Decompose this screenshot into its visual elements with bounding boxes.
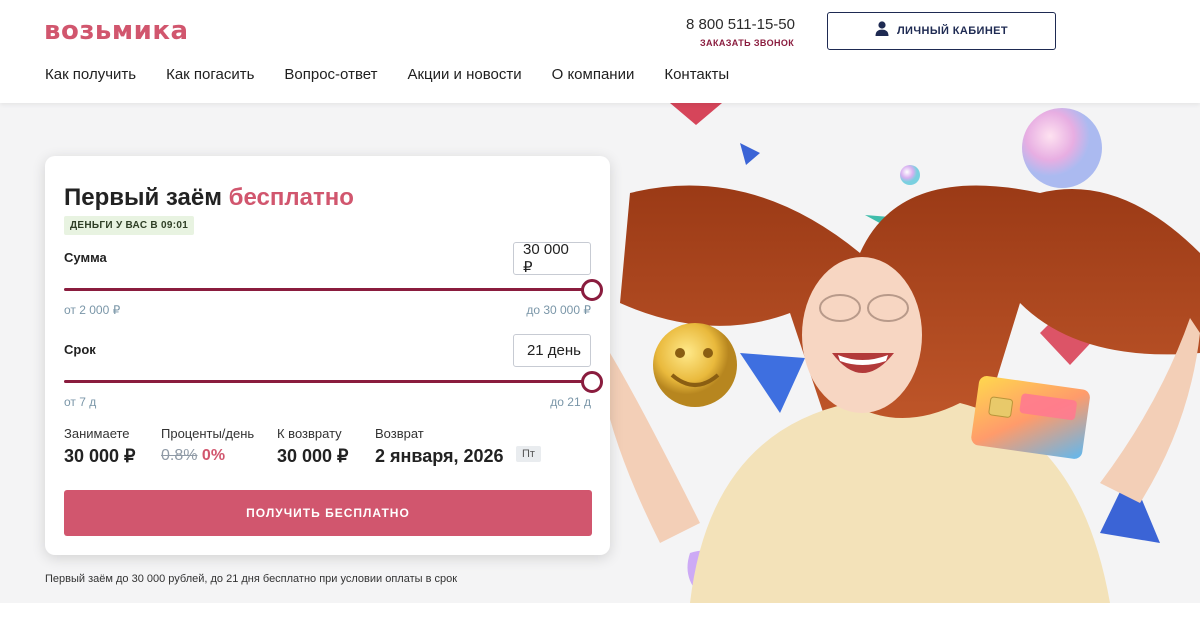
- rate-new: 0%: [201, 447, 226, 464]
- get-free-loan-button[interactable]: ПОЛУЧИТЬ БЕСПЛАТНО: [64, 490, 592, 536]
- nav-promotions-news[interactable]: Акции и новости: [407, 66, 521, 83]
- main-nav: Как получить Как погасить Вопрос-ответ А…: [45, 66, 729, 83]
- phone-number[interactable]: 8 800 511-15-50: [686, 16, 795, 33]
- term-label: Срок: [64, 342, 96, 357]
- nav-how-to-repay[interactable]: Как погасить: [166, 66, 254, 83]
- term-max-label: до 21 д: [550, 395, 591, 409]
- personal-cabinet-label: ЛИЧНЫЙ КАБИНЕТ: [896, 25, 1009, 37]
- repay-value: 30 000 ₽: [277, 446, 349, 466]
- return-date: 2 января, 2026: [375, 446, 504, 466]
- hero-illustration: [600, 103, 1200, 603]
- term-slider-track[interactable]: [64, 380, 592, 383]
- nav-how-to-get[interactable]: Как получить: [45, 66, 136, 83]
- amount-slider-thumb[interactable]: [581, 279, 603, 301]
- site-header: возьмика 8 800 511-15-50 ЗАКАЗАТЬ ЗВОНОК…: [0, 0, 1200, 103]
- money-time-badge: ДЕНЬГИ У ВАС В 09:01: [64, 216, 195, 235]
- rate-old: 0.8%: [161, 447, 198, 464]
- repay-label: К возврату: [277, 426, 342, 441]
- term-input[interactable]: 21 день: [513, 334, 591, 367]
- user-icon: [875, 21, 889, 41]
- calculator-title: Первый заём бесплатно: [64, 184, 354, 211]
- return-label: Возврат: [375, 426, 424, 441]
- amount-label: Сумма: [64, 250, 107, 265]
- amount-min-label: от 2 000 ₽: [64, 303, 121, 317]
- footnote: Первый заём до 30 000 рублей, до 21 дня …: [45, 573, 458, 585]
- borrow-value: 30 000 ₽: [64, 446, 136, 466]
- nav-faq[interactable]: Вопрос-ответ: [284, 66, 377, 83]
- rate-label: Проценты/день: [161, 426, 255, 441]
- amount-slider-track[interactable]: [64, 288, 592, 291]
- return-weekday-badge: Пт: [516, 446, 541, 462]
- title-accent: бесплатно: [228, 184, 354, 211]
- loan-calculator-card: Первый заём бесплатно ДЕНЬГИ У ВАС В 09:…: [45, 156, 610, 555]
- nav-contacts[interactable]: Контакты: [664, 66, 729, 83]
- amount-input[interactable]: 30 000 ₽: [513, 241, 591, 276]
- borrow-label: Занимаете: [64, 426, 130, 441]
- term-slider-thumb[interactable]: [581, 371, 603, 393]
- personal-cabinet-button[interactable]: ЛИЧНЫЙ КАБИНЕТ: [827, 12, 1056, 50]
- logo[interactable]: возьмика: [44, 16, 189, 46]
- nav-about[interactable]: О компании: [552, 66, 635, 83]
- page-bottom: [0, 603, 1200, 618]
- rate-value: 0.8% 0%: [161, 447, 225, 465]
- callback-link[interactable]: ЗАКАЗАТЬ ЗВОНОК: [700, 38, 794, 48]
- amount-max-label: до 30 000 ₽: [526, 303, 591, 317]
- term-min-label: от 7 д: [64, 395, 97, 409]
